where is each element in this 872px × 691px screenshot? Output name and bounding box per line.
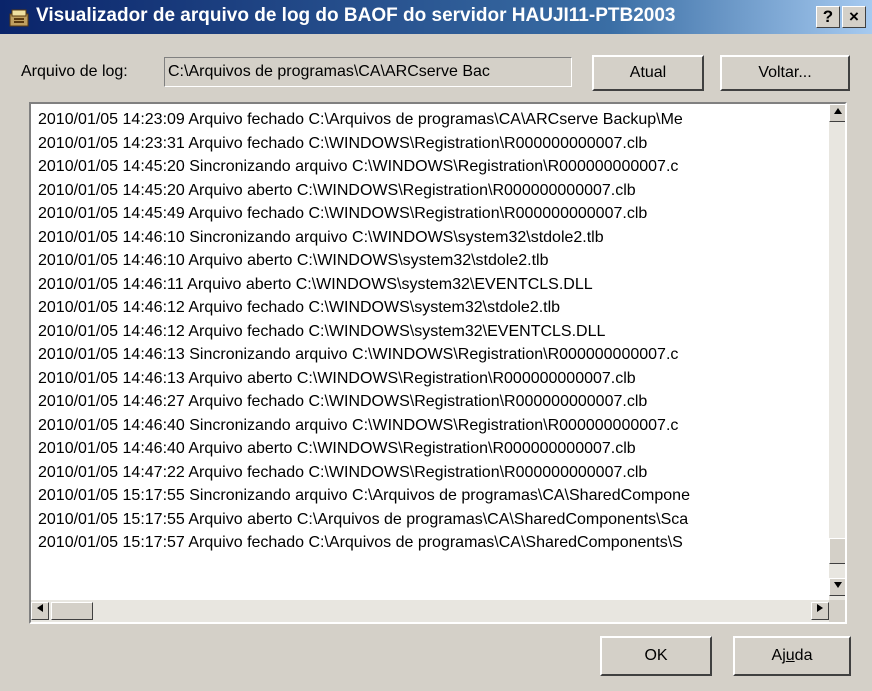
back-button[interactable]: Voltar... [720, 55, 850, 91]
log-line: 2010/01/05 15:17:57 Arquivo fechado C:\A… [38, 534, 683, 551]
log-line: 2010/01/05 14:46:27 Arquivo fechado C:\W… [38, 393, 648, 410]
window-title: Visualizador de arquivo de log do BAOF d… [36, 5, 676, 26]
help-button-mnemonic: u [785, 647, 795, 664]
log-listbox[interactable]: 2010/01/05 14:23:09 Arquivo fechado C:\A… [29, 102, 847, 624]
log-line: 2010/01/05 14:46:11 Arquivo aberto C:\WI… [38, 275, 593, 293]
log-line: 2010/01/05 14:46:10 Arquivo aberto C:\WI… [38, 252, 549, 269]
log-line: 2010/01/05 14:46:40 Arquivo aberto C:\WI… [38, 440, 636, 457]
log-lines: 2010/01/05 14:23:09 Arquivo fechado C:\A… [38, 108, 832, 600]
help-button[interactable]: Ajuda [733, 636, 851, 676]
log-line: 2010/01/05 15:17:55 Sincronizando arquiv… [38, 487, 690, 504]
app-icon [8, 6, 30, 28]
arrow-right-icon [817, 604, 823, 612]
log-line: 2010/01/05 14:46:13 Arquivo aberto C:\WI… [38, 369, 636, 387]
arrow-down-icon [834, 582, 842, 588]
log-line: 2010/01/05 14:46:10 Sincronizando arquiv… [38, 228, 604, 246]
help-title-button[interactable]: ? [816, 6, 840, 28]
log-line: 2010/01/05 15:17:55 Arquivo aberto C:\Ar… [38, 510, 689, 528]
log-file-path-field[interactable]: C:\Arquivos de programas\CA\ARCserve Bac [164, 57, 572, 87]
log-line: 2010/01/05 14:46:40 Sincronizando arquiv… [38, 416, 679, 434]
log-line: 2010/01/05 14:47:22 Arquivo fechado C:\W… [38, 463, 648, 481]
log-line: 2010/01/05 14:23:09 Arquivo fechado C:\A… [38, 111, 683, 128]
ok-button[interactable]: OK [600, 636, 712, 676]
log-viewer-dialog: Visualizador de arquivo de log do BAOF d… [0, 0, 872, 691]
arrow-up-icon [834, 108, 842, 114]
log-file-label: Arquivo de log: [21, 63, 128, 80]
log-line: 2010/01/05 14:45:20 Arquivo aberto C:\WI… [38, 181, 636, 199]
vertical-scroll-thumb[interactable] [829, 538, 845, 564]
log-line: 2010/01/05 14:46:12 Arquivo fechado C:\W… [38, 299, 561, 316]
horizontal-scroll-thumb[interactable] [51, 602, 93, 620]
vertical-scrollbar[interactable] [829, 104, 845, 600]
scroll-left-button[interactable] [31, 602, 49, 620]
arrow-left-icon [37, 604, 43, 612]
horizontal-scrollbar[interactable] [31, 600, 829, 622]
help-button-label-suffix: da [794, 647, 813, 664]
help-button-label-prefix: Aj [771, 647, 786, 664]
log-line: 2010/01/05 14:45:49 Arquivo fechado C:\W… [38, 205, 648, 222]
log-line: 2010/01/05 14:23:31 Arquivo fechado C:\W… [38, 134, 648, 152]
log-line: 2010/01/05 14:46:13 Sincronizando arquiv… [38, 346, 679, 363]
scrollbar-corner [829, 600, 845, 622]
close-button[interactable]: × [842, 6, 866, 28]
log-line: 2010/01/05 14:45:20 Sincronizando arquiv… [38, 158, 679, 175]
title-bar[interactable]: Visualizador de arquivo de log do BAOF d… [0, 0, 872, 34]
log-line: 2010/01/05 14:46:12 Arquivo fechado C:\W… [38, 322, 606, 340]
scroll-up-button[interactable] [829, 104, 845, 122]
refresh-button[interactable]: Atual [592, 55, 704, 91]
scroll-right-button[interactable] [811, 602, 829, 620]
scroll-down-button[interactable] [829, 578, 845, 596]
